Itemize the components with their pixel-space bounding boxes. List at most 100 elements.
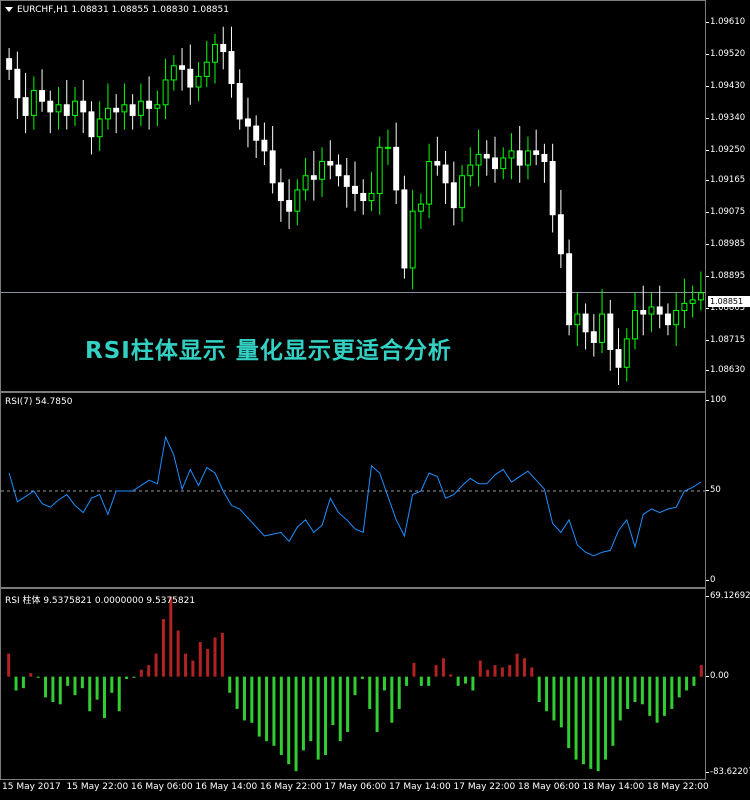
price-scale[interactable]: 1.09610 1.09520 1.09430 1.09340 1.09250 1.091… bbox=[706, 0, 750, 392]
histogram-bar bbox=[51, 676, 55, 702]
histogram-bar bbox=[66, 676, 70, 686]
histogram-bar bbox=[559, 676, 563, 728]
candle bbox=[121, 83, 128, 130]
histogram-bar bbox=[390, 676, 394, 723]
histogram-bar bbox=[191, 660, 195, 677]
histogram-bar bbox=[161, 619, 165, 677]
candle bbox=[516, 126, 523, 183]
candle bbox=[500, 147, 507, 180]
current-price-tag: 1.08851 bbox=[708, 296, 750, 307]
candle bbox=[195, 62, 202, 102]
histogram-title: RSI 柱体 9.5375821 0.0000000 9.5375821 bbox=[5, 596, 196, 606]
candle bbox=[401, 175, 408, 279]
candle bbox=[104, 83, 111, 130]
histogram-bar bbox=[508, 665, 512, 677]
candle bbox=[55, 87, 62, 130]
candle bbox=[236, 69, 243, 130]
candle bbox=[673, 292, 680, 346]
histogram-bar bbox=[228, 676, 232, 693]
candle bbox=[352, 161, 358, 212]
rsi-histogram-chart bbox=[7, 597, 703, 772]
time-tick-label: 16 May 06:00 bbox=[131, 782, 193, 792]
histogram-bar bbox=[464, 676, 468, 684]
candle bbox=[319, 147, 326, 197]
histogram-bar bbox=[353, 676, 357, 696]
price-pane[interactable]: EURCHF,H1 1.08831 1.08855 1.08830 1.0885… bbox=[0, 0, 706, 392]
candle bbox=[483, 140, 490, 176]
histogram-bar bbox=[36, 676, 40, 678]
rsi-tick-label: 0 bbox=[706, 574, 750, 586]
histogram-bar bbox=[648, 676, 652, 716]
histogram-bar bbox=[102, 676, 106, 719]
histogram-bar bbox=[368, 676, 372, 709]
histogram-bar bbox=[633, 676, 637, 702]
candle bbox=[607, 299, 614, 371]
rsi-pane[interactable]: RSI(7) 54.7850 bbox=[0, 392, 706, 588]
candle bbox=[615, 328, 622, 385]
rsi-line-chart bbox=[1, 435, 705, 557]
candle bbox=[426, 143, 433, 219]
histogram-bar bbox=[441, 658, 445, 677]
histogram-bar bbox=[21, 676, 25, 689]
candle bbox=[417, 193, 424, 229]
candle bbox=[442, 150, 449, 205]
rsi-histogram-pane[interactable]: RSI 柱体 9.5375821 0.0000000 9.5375821 bbox=[0, 588, 706, 780]
candle bbox=[450, 161, 457, 226]
candle bbox=[220, 26, 227, 70]
histogram-bar bbox=[655, 676, 659, 723]
candle bbox=[294, 179, 301, 226]
histogram-bar bbox=[662, 676, 666, 716]
dropdown-triangle-icon[interactable] bbox=[5, 7, 13, 12]
histogram-bar bbox=[220, 632, 224, 677]
histogram-bar bbox=[611, 676, 615, 746]
candle bbox=[22, 72, 29, 134]
candle bbox=[640, 285, 647, 336]
histogram-bar bbox=[581, 676, 585, 765]
histogram-bar bbox=[640, 676, 644, 705]
histogram-bar bbox=[88, 676, 92, 712]
histogram-bar bbox=[338, 676, 342, 742]
histogram-bar bbox=[73, 676, 77, 696]
histogram-bar bbox=[154, 653, 158, 677]
candle bbox=[459, 165, 466, 222]
histogram-bar bbox=[515, 653, 519, 677]
candle bbox=[384, 129, 391, 166]
histogram-bar bbox=[125, 676, 129, 679]
rsi-tick-label: 100 bbox=[706, 394, 750, 406]
candle bbox=[310, 150, 317, 201]
candle bbox=[187, 44, 194, 105]
candle bbox=[154, 90, 161, 127]
histogram-bar bbox=[500, 667, 504, 677]
histogram-bar bbox=[419, 676, 423, 686]
histogram-tick-label: 69.12692 bbox=[706, 590, 750, 602]
candle bbox=[162, 58, 169, 119]
histogram-bar bbox=[405, 676, 409, 686]
histogram-bar bbox=[530, 667, 534, 677]
candle bbox=[261, 122, 268, 166]
candle bbox=[360, 179, 367, 215]
histogram-bar bbox=[301, 676, 305, 751]
candle bbox=[566, 239, 573, 336]
candle bbox=[14, 51, 21, 119]
candle bbox=[6, 48, 13, 80]
candle bbox=[179, 48, 186, 91]
histogram-bar bbox=[456, 676, 460, 686]
histogram-bar bbox=[235, 676, 239, 709]
histogram-scale[interactable]: 69.12692 0.00 -83.62207 bbox=[706, 588, 750, 780]
histogram-bar bbox=[574, 676, 578, 760]
candle bbox=[549, 143, 556, 233]
histogram-bar bbox=[184, 653, 188, 677]
histogram-bar bbox=[522, 658, 526, 677]
histogram-bar bbox=[692, 676, 696, 686]
histogram-bar bbox=[552, 676, 556, 721]
rsi-scale[interactable]: 100 50 0 bbox=[706, 392, 750, 588]
histogram-bar bbox=[272, 676, 276, 746]
candle bbox=[492, 136, 498, 183]
histogram-bar bbox=[279, 676, 283, 755]
histogram-bar bbox=[626, 676, 630, 709]
histogram-bar bbox=[618, 676, 622, 721]
price-tick-label: 1.08985 bbox=[706, 238, 750, 250]
time-tick-label: 18 May 06:00 bbox=[518, 782, 580, 792]
histogram-bar bbox=[346, 676, 350, 732]
candle bbox=[203, 40, 210, 88]
